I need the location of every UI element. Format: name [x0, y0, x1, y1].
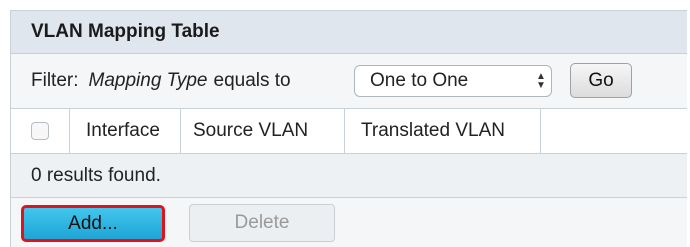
- mapping-type-select[interactable]: One to One ▲ ▼: [354, 65, 552, 97]
- chevron-up-down-icon: ▲ ▼: [536, 71, 546, 91]
- filter-operator: equals to: [213, 70, 291, 91]
- action-row: Add... Delete: [11, 198, 687, 247]
- results-count: 0 results found.: [31, 164, 161, 186]
- go-button[interactable]: Go: [570, 63, 632, 98]
- results-row: 0 results found.: [11, 154, 687, 198]
- select-all-cell: [11, 109, 70, 153]
- add-button[interactable]: Add...: [21, 205, 165, 242]
- filter-label: Filter:: [31, 70, 79, 91]
- title-bar: VLAN Mapping Table: [11, 11, 687, 54]
- column-header-source-vlan[interactable]: Source VLAN: [181, 109, 345, 153]
- page-title: VLAN Mapping Table: [31, 21, 220, 42]
- mapping-type-value: One to One: [370, 70, 469, 91]
- column-header-translated-vlan[interactable]: Translated VLAN: [345, 109, 541, 153]
- column-header-interface[interactable]: Interface: [70, 109, 181, 153]
- filter-field: Mapping Type: [88, 70, 208, 91]
- delete-button[interactable]: Delete: [189, 204, 335, 242]
- vlan-mapping-panel: VLAN Mapping Table Filter: Mapping Type …: [10, 10, 687, 247]
- filter-row: Filter: Mapping Type equals to One to On…: [11, 54, 687, 109]
- table-header: Interface Source VLAN Translated VLAN: [11, 109, 687, 154]
- select-all-checkbox[interactable]: [31, 122, 49, 140]
